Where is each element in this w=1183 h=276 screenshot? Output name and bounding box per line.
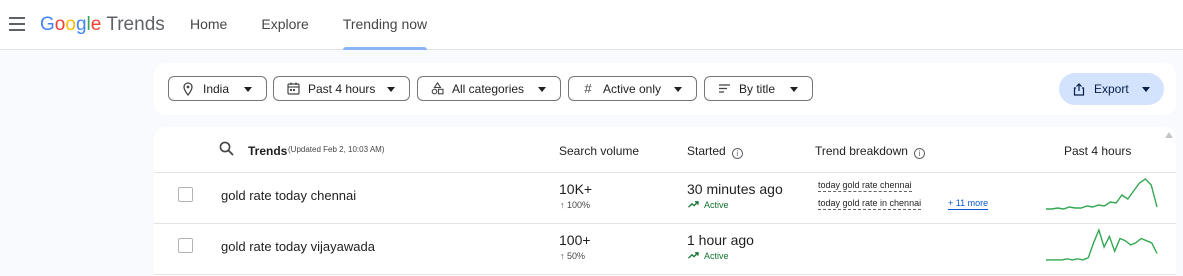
info-icon[interactable]: i bbox=[913, 148, 925, 159]
main-menu-icon[interactable] bbox=[8, 13, 28, 35]
table-header: Trends (Updated Feb 2, 10:03 AM) Search … bbox=[154, 127, 1176, 173]
info-icon[interactable]: i bbox=[731, 148, 743, 159]
time-range-label: Past 4 hours bbox=[308, 81, 376, 96]
table-row[interactable]: gold rate today vijayawada 100+ ↑ 50% 1 … bbox=[154, 224, 1176, 275]
chevron-down-icon bbox=[674, 87, 682, 92]
table-row[interactable]: gold rate today chennai 10K+ ↑ 100% 30 m… bbox=[154, 173, 1176, 224]
location-pin-icon bbox=[181, 81, 195, 96]
location-label: India bbox=[203, 81, 230, 96]
started-header-label: Started bbox=[687, 144, 726, 158]
started-time: 1 hour ago bbox=[687, 232, 754, 248]
google-trends-logo[interactable]: Google Trends bbox=[40, 13, 165, 37]
location-filter[interactable]: India bbox=[168, 76, 267, 101]
chart-column-header: Past 4 hours bbox=[1064, 144, 1132, 158]
export-button[interactable]: Export bbox=[1059, 73, 1164, 105]
breakdown-query-link[interactable]: today gold rate in chennai bbox=[818, 198, 922, 210]
nav-home[interactable]: Home bbox=[190, 0, 227, 50]
status-label: Active only bbox=[603, 81, 662, 96]
search-volume-column-header[interactable]: Search volume bbox=[559, 144, 639, 158]
logo-letter: e bbox=[90, 14, 102, 35]
trend-title[interactable]: gold rate today vijayawada bbox=[221, 239, 375, 254]
trends-table: Trends (Updated Feb 2, 10:03 AM) Search … bbox=[154, 127, 1176, 276]
status-indicator: Active bbox=[688, 251, 729, 261]
category-label: All categories bbox=[452, 81, 525, 96]
scroll-up-arrow-icon[interactable] bbox=[1165, 132, 1173, 138]
breakdown-query-link[interactable]: today gold rate chennai bbox=[818, 180, 912, 192]
calendar-icon bbox=[286, 82, 300, 96]
sort-label: By title bbox=[739, 81, 776, 96]
logo-letter: g bbox=[75, 14, 87, 35]
chevron-down-icon bbox=[790, 87, 798, 92]
logo-letter: o bbox=[65, 14, 76, 35]
nav-explore[interactable]: Explore bbox=[261, 0, 308, 50]
trend-title[interactable]: gold rate today chennai bbox=[221, 188, 356, 203]
filter-bar: India Past 4 hours All categories # Acti… bbox=[154, 63, 1176, 115]
updated-timestamp: (Updated Feb 2, 10:03 AM) bbox=[288, 145, 385, 154]
breakdown-header-label: Trend breakdown bbox=[815, 144, 908, 158]
status-label: Active bbox=[704, 200, 729, 210]
hash-icon: # bbox=[584, 81, 592, 96]
chevron-down-icon bbox=[387, 87, 395, 92]
trends-wordmark: Trends bbox=[106, 14, 165, 35]
trending-up-icon bbox=[688, 200, 699, 210]
logo-letter: o bbox=[54, 14, 66, 35]
started-time: 30 minutes ago bbox=[687, 181, 783, 197]
google-wordmark: Google bbox=[40, 14, 101, 35]
volume-change: ↑ 100% bbox=[560, 200, 591, 210]
trend-sparkline bbox=[1046, 178, 1158, 210]
top-app-bar: Google Trends Home Explore Trending now bbox=[0, 0, 1183, 50]
trending-up-icon bbox=[688, 251, 699, 261]
started-column-header[interactable]: Started i bbox=[687, 144, 743, 159]
chevron-down-icon bbox=[1142, 87, 1150, 92]
sort-icon bbox=[717, 82, 731, 96]
search-icon[interactable] bbox=[219, 141, 234, 159]
breakdown-column-header: Trend breakdown i bbox=[815, 144, 925, 159]
share-icon bbox=[1073, 82, 1085, 96]
chevron-down-icon bbox=[244, 87, 252, 92]
search-volume: 10K+ bbox=[559, 181, 593, 197]
time-range-filter[interactable]: Past 4 hours bbox=[273, 76, 410, 101]
trends-column-header[interactable]: Trends bbox=[248, 144, 287, 158]
main-nav: Home Explore Trending now bbox=[190, 0, 461, 50]
status-indicator: Active bbox=[688, 200, 729, 210]
more-queries-link[interactable]: + 11 more bbox=[948, 198, 989, 210]
trend-sparkline bbox=[1046, 227, 1158, 261]
row-checkbox[interactable] bbox=[178, 238, 193, 253]
search-volume: 100+ bbox=[559, 232, 591, 248]
volume-change: ↑ 50% bbox=[560, 251, 586, 261]
status-filter[interactable]: # Active only bbox=[568, 76, 697, 101]
category-shapes-icon bbox=[430, 82, 444, 96]
logo-letter: G bbox=[40, 14, 55, 35]
sort-filter[interactable]: By title bbox=[704, 76, 813, 101]
export-label: Export bbox=[1094, 82, 1129, 96]
row-checkbox[interactable] bbox=[178, 187, 193, 202]
category-filter[interactable]: All categories bbox=[417, 76, 561, 101]
nav-trending-now[interactable]: Trending now bbox=[342, 0, 428, 50]
chevron-down-icon bbox=[538, 87, 546, 92]
status-label: Active bbox=[704, 251, 729, 261]
